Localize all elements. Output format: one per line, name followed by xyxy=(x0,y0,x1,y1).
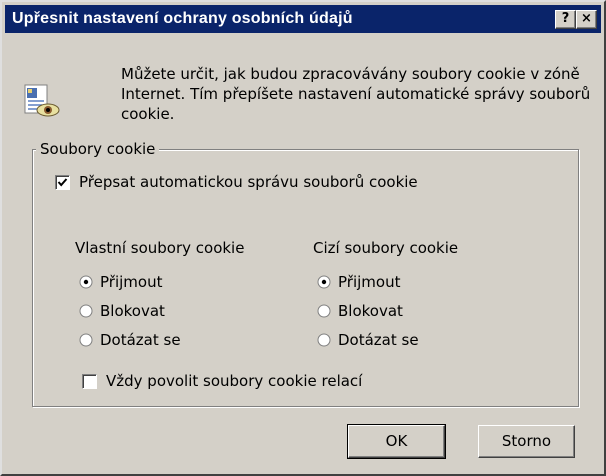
privacy-settings-icon xyxy=(24,84,60,117)
override-label[interactable]: Přepsat automatickou správu souborů cook… xyxy=(79,172,418,192)
privacy-dialog: Upřesnit nastavení ochrany osobních údaj… xyxy=(0,0,606,476)
third-party-accept-label[interactable]: Přijmout xyxy=(338,272,400,292)
first-party-block-radio[interactable] xyxy=(79,304,93,318)
cancel-button[interactable]: Storno xyxy=(478,425,575,458)
third-party-heading: Cizí soubory cookie xyxy=(313,239,459,257)
close-button[interactable]: × xyxy=(576,10,597,29)
title-bar[interactable]: Upřesnit nastavení ochrany osobních údaj… xyxy=(5,5,601,33)
first-party-accept-label[interactable]: Přijmout xyxy=(100,272,162,292)
third-party-block-label[interactable]: Blokovat xyxy=(338,301,403,321)
first-party-accept-radio[interactable] xyxy=(79,275,93,289)
help-icon: ? xyxy=(561,11,570,26)
checkmark-icon xyxy=(57,178,68,187)
third-party-prompt-label[interactable]: Dotázat se xyxy=(338,330,419,350)
override-checkbox[interactable] xyxy=(55,175,70,190)
help-button[interactable]: ? xyxy=(555,10,576,29)
session-cookies-label[interactable]: Vždy povolit soubory cookie relací xyxy=(106,371,362,391)
close-icon: × xyxy=(581,11,592,26)
first-party-heading: Vlastní soubory cookie xyxy=(75,239,245,257)
first-party-block-label[interactable]: Blokovat xyxy=(100,301,165,321)
first-party-prompt-label[interactable]: Dotázat se xyxy=(100,330,181,350)
intro-text: Můžete určit, jak budou zpracovávány sou… xyxy=(121,65,591,123)
third-party-block-radio[interactable] xyxy=(317,304,331,318)
cookies-legend: Soubory cookie xyxy=(36,139,160,159)
third-party-prompt-radio[interactable] xyxy=(317,333,331,347)
dialog-title: Upřesnit nastavení ochrany osobních údaj… xyxy=(12,10,353,27)
ok-button[interactable]: OK xyxy=(347,424,446,459)
third-party-accept-radio[interactable] xyxy=(317,275,331,289)
first-party-prompt-radio[interactable] xyxy=(79,333,93,347)
session-cookies-checkbox[interactable] xyxy=(82,374,97,389)
